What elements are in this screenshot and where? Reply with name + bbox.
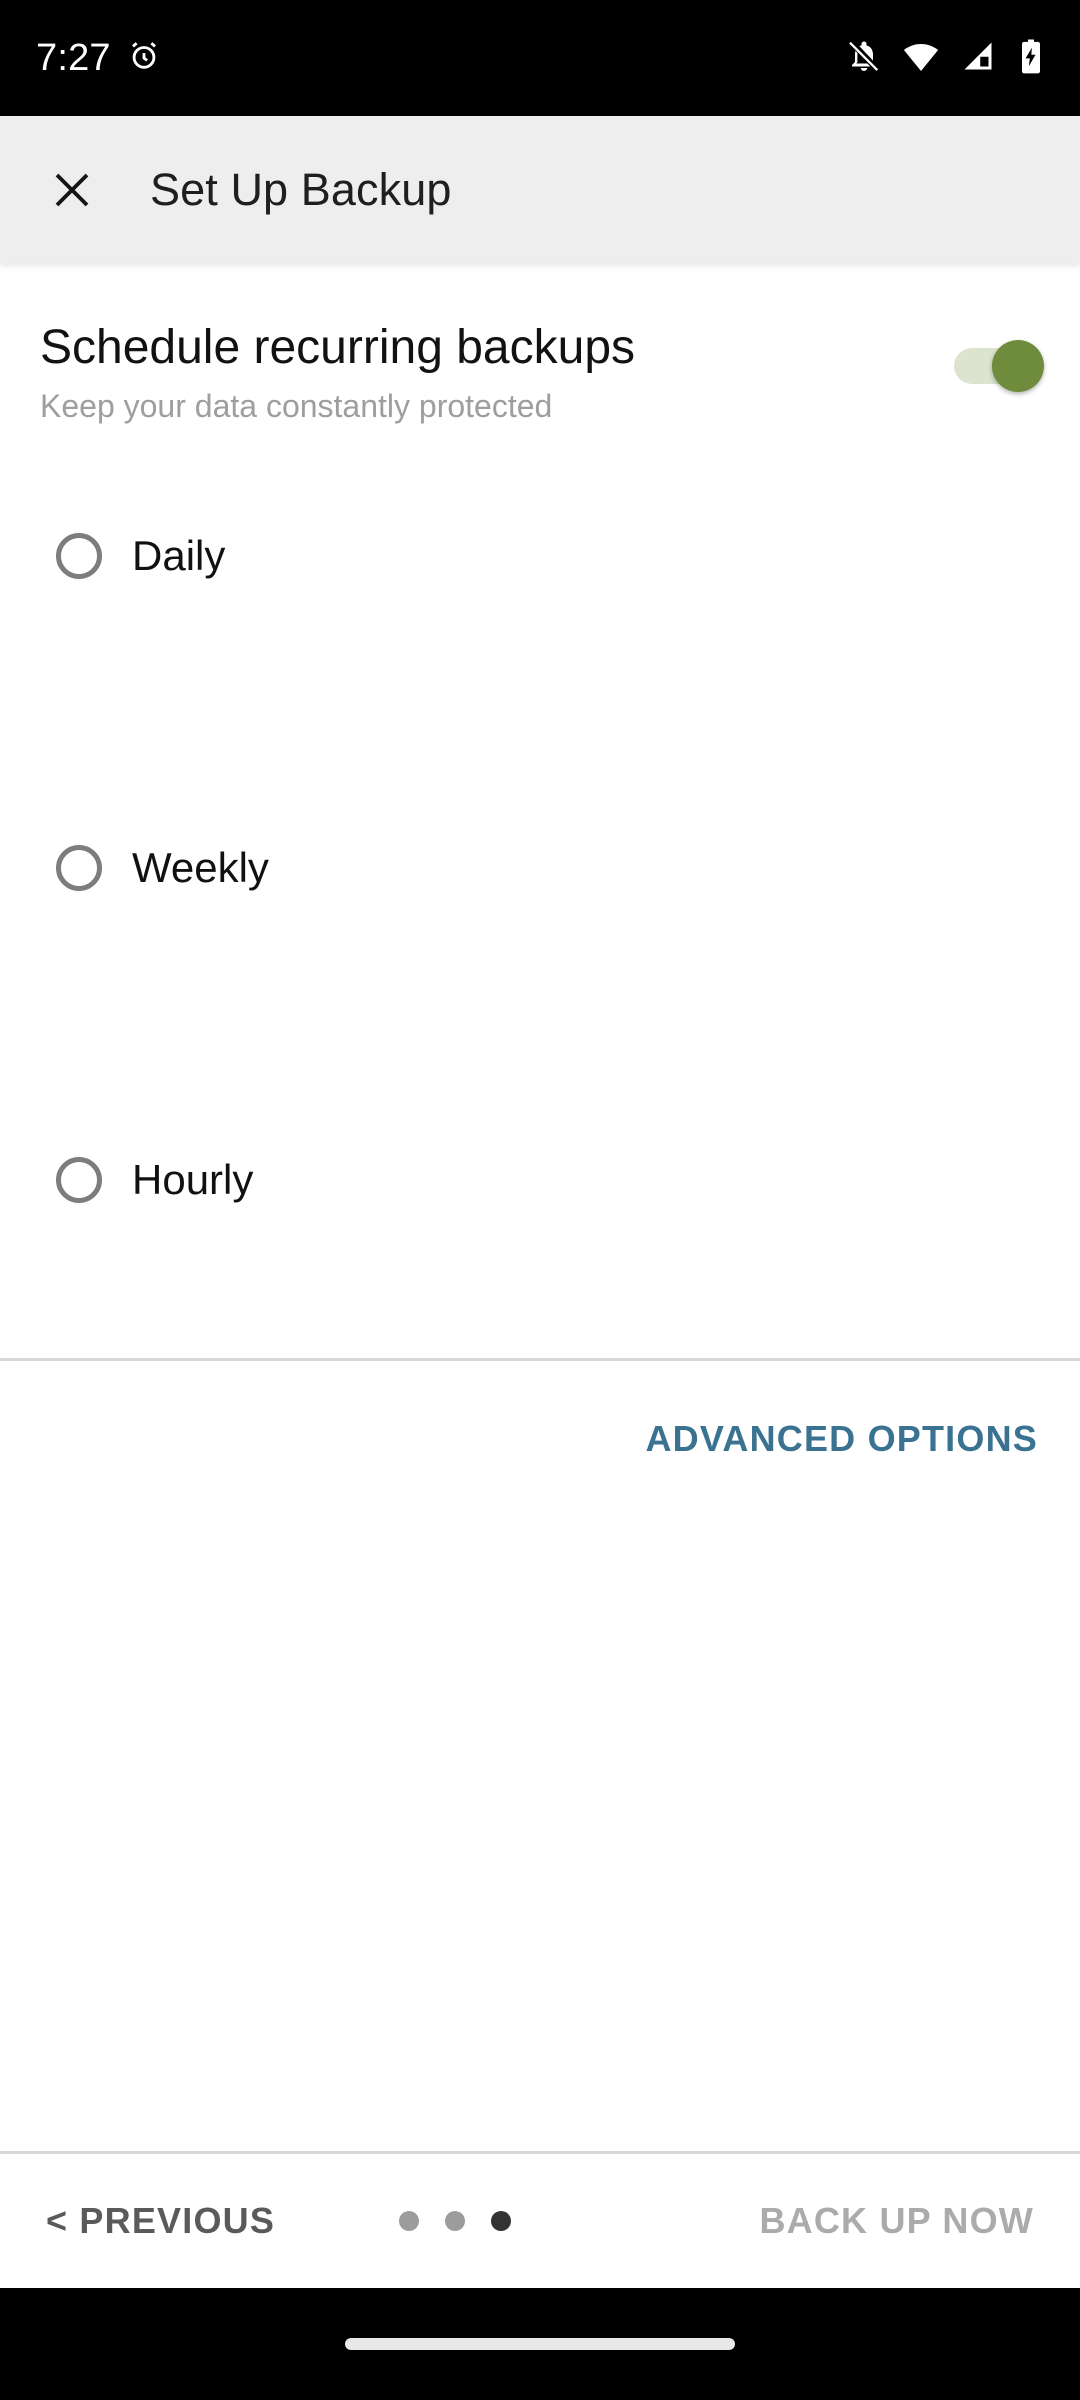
status-bar-left: 7:27 bbox=[36, 37, 161, 80]
radio-icon-weekly bbox=[56, 845, 102, 891]
gesture-home-pill[interactable] bbox=[345, 2338, 735, 2350]
schedule-header: Schedule recurring backups Keep your dat… bbox=[0, 321, 1080, 425]
advanced-options-link[interactable]: ADVANCED OPTIONS bbox=[645, 1418, 1038, 1460]
status-bar: 7:27 bbox=[0, 0, 1080, 116]
schedule-title: Schedule recurring backups bbox=[40, 321, 636, 374]
app-screen: 7:27 Set Up Backup Schedule recurring ba… bbox=[0, 0, 1080, 2400]
previous-button[interactable]: < PREVIOUS bbox=[46, 2200, 275, 2242]
radio-option-hourly[interactable]: Hourly bbox=[0, 1132, 1080, 1228]
section-divider bbox=[0, 1358, 1080, 1361]
status-clock: 7:27 bbox=[36, 36, 111, 79]
radio-label-hourly: Hourly bbox=[132, 1156, 254, 1203]
advanced-options-row: ADVANCED OPTIONS bbox=[0, 1418, 1080, 1460]
alarm-icon bbox=[127, 39, 161, 78]
radio-label-weekly: Weekly bbox=[132, 844, 269, 891]
system-navigation-bar bbox=[0, 2288, 1080, 2400]
back-up-now-button[interactable]: BACK UP NOW bbox=[759, 2200, 1034, 2242]
page-title: Set Up Backup bbox=[150, 163, 452, 215]
page-dot-3[interactable] bbox=[491, 2211, 512, 2231]
app-bar: Set Up Backup bbox=[0, 116, 1080, 263]
radio-label-daily: Daily bbox=[132, 532, 226, 579]
radio-option-weekly[interactable]: Weekly bbox=[0, 820, 1080, 916]
page-dot-1[interactable] bbox=[399, 2211, 420, 2231]
close-button[interactable] bbox=[24, 142, 120, 238]
cellular-signal-icon bbox=[960, 38, 996, 79]
page-dot-2[interactable] bbox=[445, 2211, 466, 2231]
wifi-icon bbox=[902, 37, 940, 80]
schedule-subtitle: Keep your data constantly protected bbox=[40, 388, 553, 425]
close-icon bbox=[55, 173, 89, 206]
radio-icon-daily bbox=[56, 533, 102, 579]
schedule-toggle[interactable] bbox=[954, 340, 1044, 392]
radio-icon-hourly bbox=[56, 1157, 102, 1203]
wizard-footer: < PREVIOUS BACK UP NOW bbox=[0, 2151, 1080, 2288]
battery-charging-icon bbox=[1016, 38, 1046, 79]
radio-option-daily[interactable]: Daily bbox=[0, 508, 1080, 604]
toggle-thumb bbox=[992, 340, 1044, 392]
status-bar-right bbox=[846, 37, 1046, 80]
page-indicator bbox=[399, 2211, 512, 2231]
notifications-off-icon bbox=[846, 38, 882, 79]
content-area: Schedule recurring backups Keep your dat… bbox=[0, 263, 1080, 2208]
